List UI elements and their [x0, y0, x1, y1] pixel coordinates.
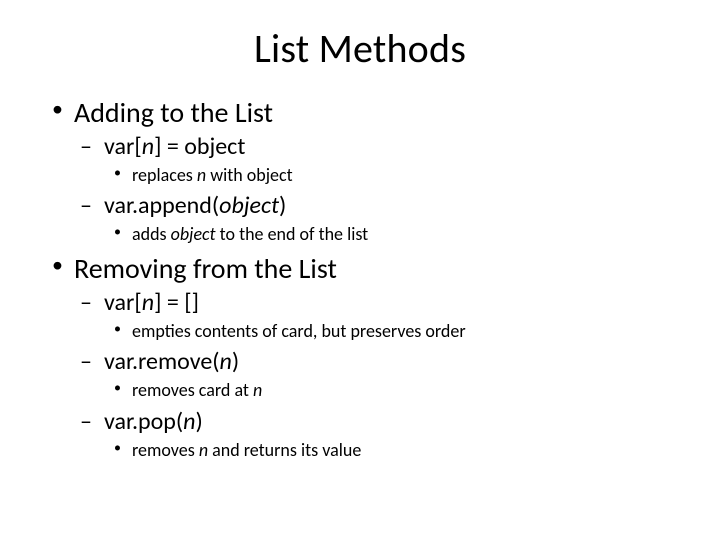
code-text: ): [279, 191, 286, 220]
desc-item: removes card at n: [104, 379, 672, 402]
code-text: var[: [104, 132, 142, 161]
code-text-ital: n: [142, 288, 154, 317]
desc-list: empties contents of card, but preserves …: [104, 320, 672, 343]
desc-text-ital: n: [253, 379, 262, 401]
section-removing: Removing from the List var[n] = [] empti…: [48, 251, 672, 462]
desc-text-ital: object: [171, 223, 216, 245]
code-text: ): [196, 407, 203, 436]
code-text-ital: n: [142, 132, 154, 161]
desc-text: adds: [132, 223, 171, 245]
code-text: var.pop(: [104, 407, 183, 436]
desc-list: adds object to the end of the list: [104, 223, 672, 246]
method-item: var[n] = object replaces n with object: [74, 132, 672, 187]
sublist: var[n] = [] empties contents of card, bu…: [74, 288, 672, 462]
section-adding: Adding to the List var[n] = object repla…: [48, 95, 672, 247]
code-text: ): [232, 347, 239, 376]
code-text-ital: n: [183, 407, 195, 436]
desc-item: replaces n with object: [104, 164, 672, 187]
code-text: ] = []: [154, 288, 199, 317]
desc-item: adds object to the end of the list: [104, 223, 672, 246]
desc-text: and returns its value: [208, 439, 361, 461]
code-text: ] = object: [154, 132, 245, 161]
desc-item: removes n and returns its value: [104, 439, 672, 462]
desc-text-ital: n: [197, 164, 206, 186]
desc-text: empties contents of card, but preserves …: [132, 320, 466, 342]
desc-text: to the end of the list: [216, 223, 369, 245]
method-item: var.append(object) adds object to the en…: [74, 191, 672, 246]
method-item: var[n] = [] empties contents of card, bu…: [74, 288, 672, 343]
desc-item: empties contents of card, but preserves …: [104, 320, 672, 343]
section-heading: Removing from the List: [74, 251, 337, 286]
bullet-list: Adding to the List var[n] = object repla…: [48, 95, 672, 462]
desc-text: with object: [206, 164, 292, 186]
desc-list: removes n and returns its value: [104, 439, 672, 462]
desc-list: removes card at n: [104, 379, 672, 402]
code-text: var.append(: [104, 191, 219, 220]
desc-text: replaces: [132, 164, 197, 186]
method-item: var.pop(n) removes n and returns its val…: [74, 407, 672, 462]
slide-title: List Methods: [48, 24, 672, 73]
method-item: var.remove(n) removes card at n: [74, 347, 672, 402]
desc-text: removes card at: [132, 379, 253, 401]
section-heading: Adding to the List: [74, 95, 273, 130]
code-text: var.remove(: [104, 347, 220, 376]
code-text-ital: n: [220, 347, 232, 376]
sublist: var[n] = object replaces n with object v…: [74, 132, 672, 247]
code-text: var[: [104, 288, 142, 317]
desc-text: removes: [132, 439, 199, 461]
slide: List Methods Adding to the List var[n] =…: [0, 0, 720, 540]
desc-text-ital: n: [199, 439, 208, 461]
desc-list: replaces n with object: [104, 164, 672, 187]
code-text-ital: object: [219, 191, 279, 220]
